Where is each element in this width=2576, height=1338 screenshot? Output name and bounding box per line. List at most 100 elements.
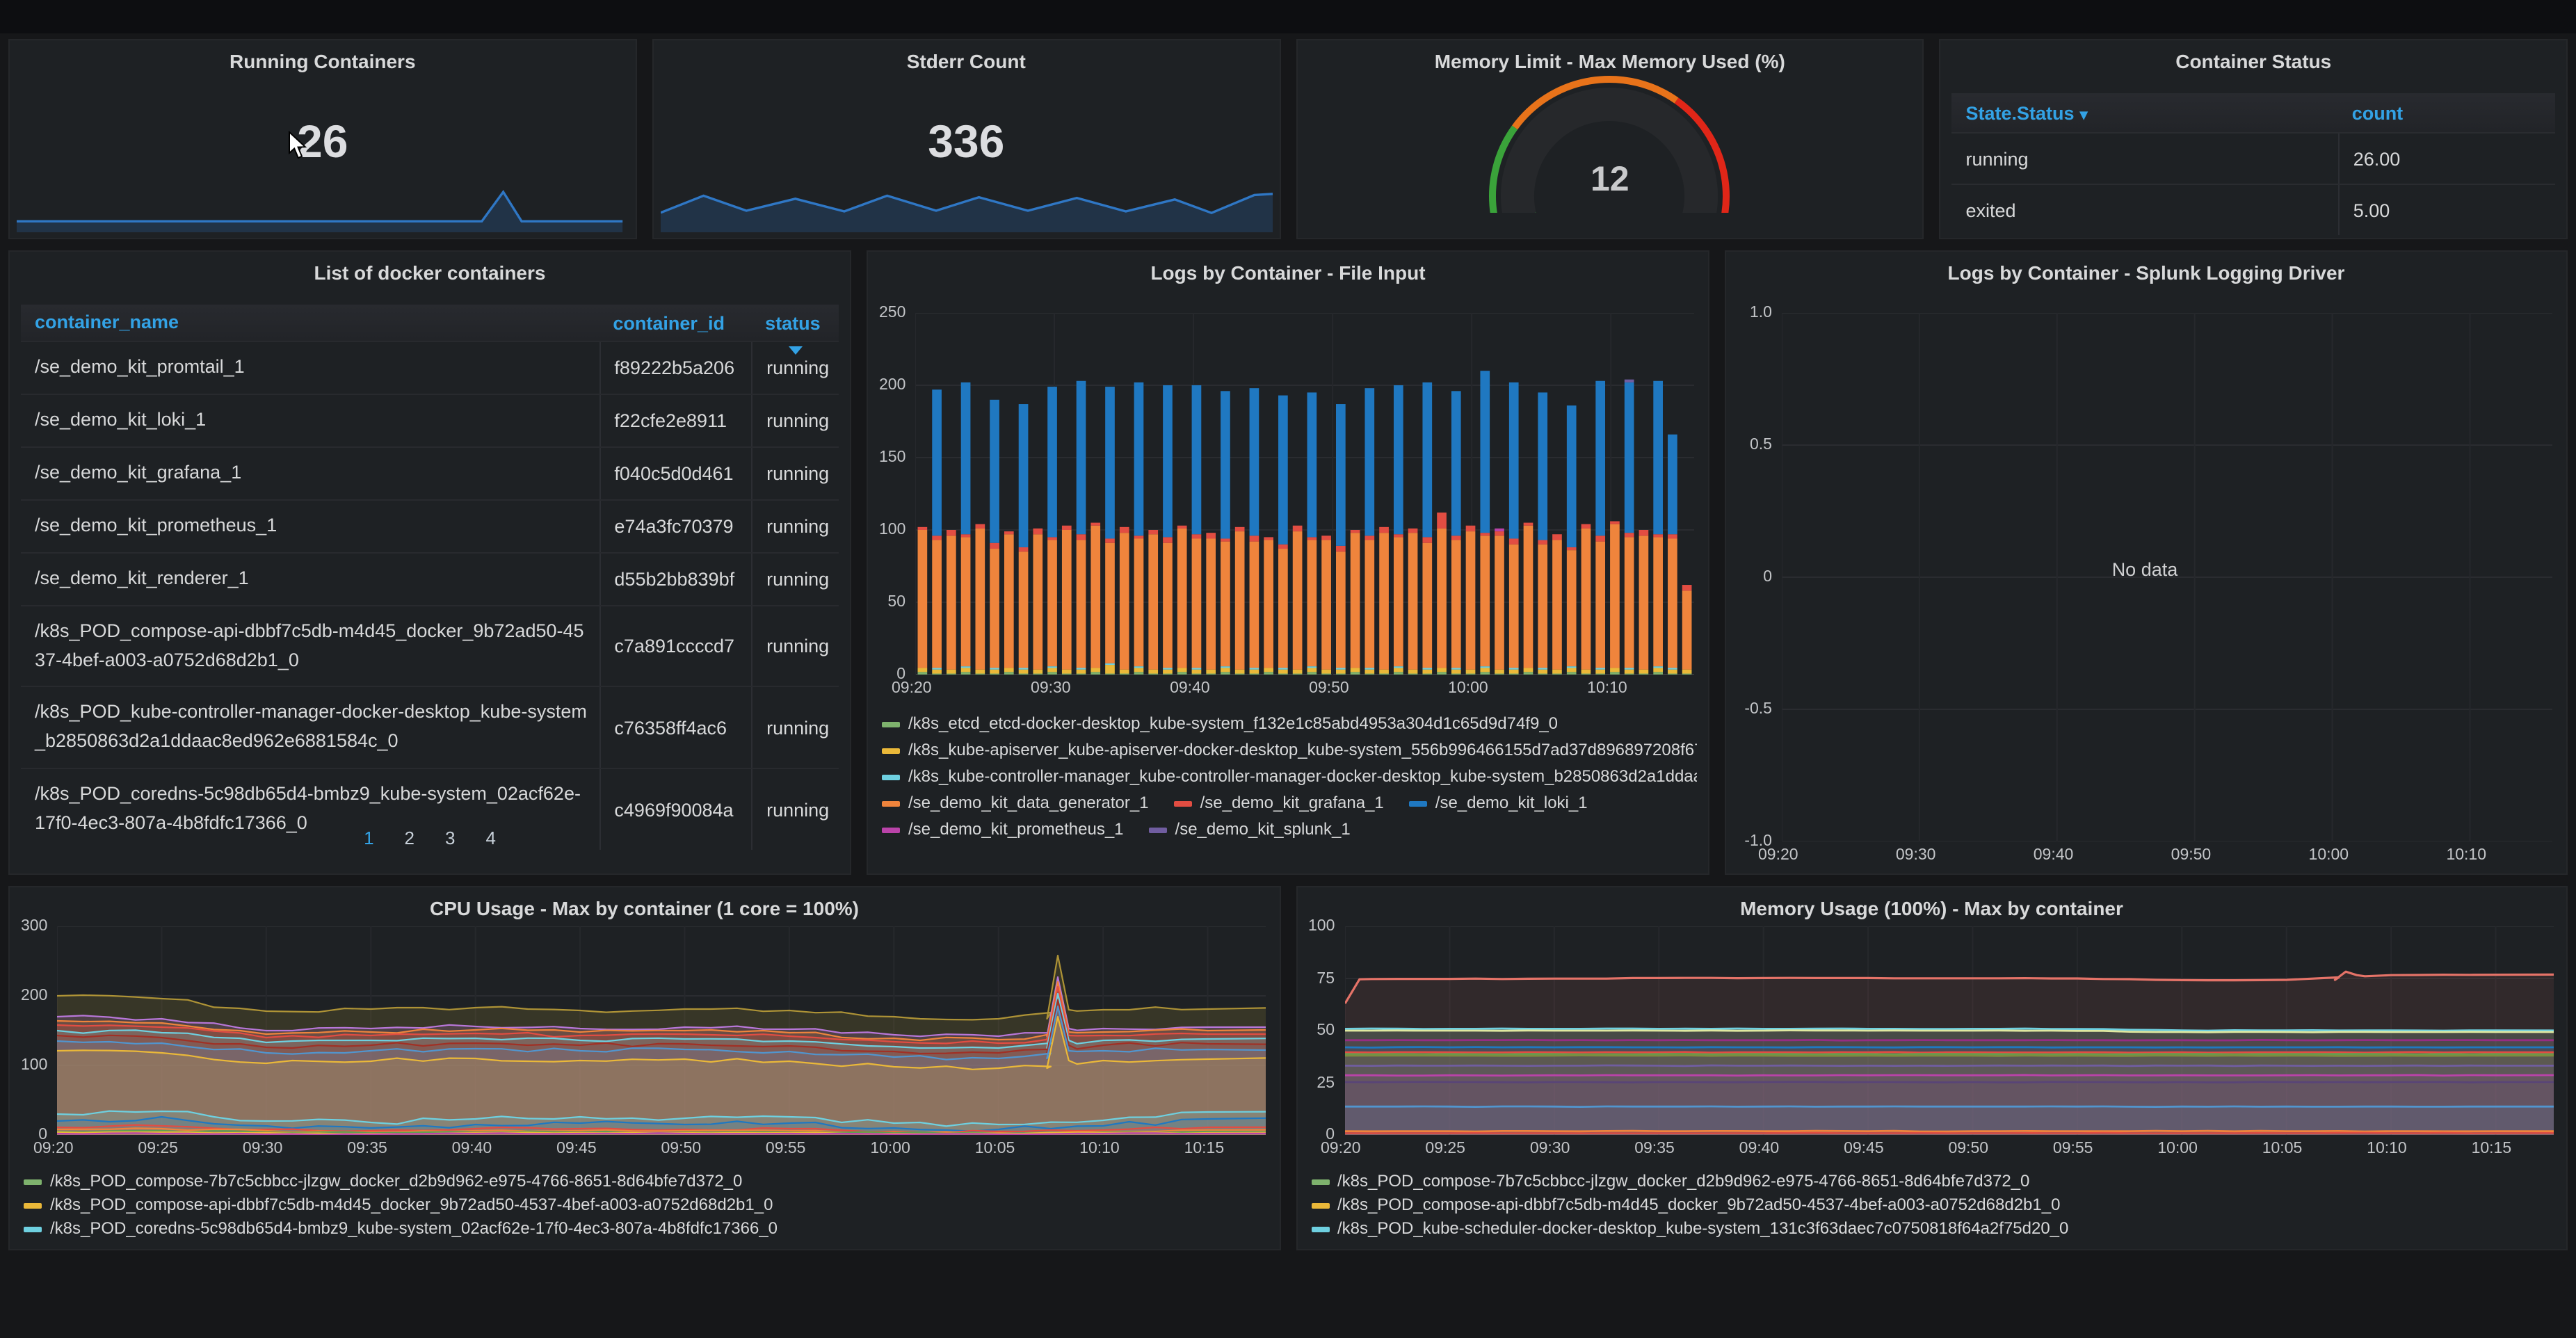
panel-running-containers: Running Containers 26 <box>8 39 637 239</box>
table-row: /k8s_POD_kube-controller-manager-docker-… <box>21 686 839 768</box>
panel-logs-file-input: Logs by Container - File Input 050100150… <box>867 250 1709 875</box>
legend-item[interactable]: /k8s_POD_compose-api-dbbf7c5db-m4d45_doc… <box>1311 1195 2555 1216</box>
legend-item[interactable]: /k8s_kube-controller-manager_kube-contro… <box>882 766 1697 787</box>
table-row: /se_demo_kit_renderer_1d55b2bb839bfrunni… <box>21 551 839 604</box>
cell-container-id: d55b2bb839bf <box>599 553 751 604</box>
panel-title-docker-list[interactable]: List of docker containers <box>10 252 850 284</box>
y-axis-tick: 50 <box>1308 1022 1335 1039</box>
mouse-cursor <box>288 131 307 160</box>
legend-label: /se_demo_kit_loki_1 <box>1435 793 1588 814</box>
x-axis-tick: 09:50 <box>2171 847 2212 864</box>
legend-item[interactable]: /k8s_POD_compose-api-dbbf7c5db-m4d45_doc… <box>24 1195 1268 1216</box>
cell-container-id: c7a891ccccd7 <box>599 606 751 686</box>
panel-title-memory-usage[interactable]: Memory Usage (100%) - Max by container <box>1297 887 2566 919</box>
table-header-row: State.Status▾count <box>1952 93 2556 132</box>
cell-container-name: /k8s_POD_compose-api-dbbf7c5db-m4d45_doc… <box>21 606 599 686</box>
stat-value-running: 26 <box>10 115 636 168</box>
x-axis-tick: 10:10 <box>2367 1140 2407 1157</box>
x-axis-tick: 10:00 <box>1448 680 1488 697</box>
sparkline-running <box>17 186 629 232</box>
page-button-4[interactable]: 4 <box>485 828 495 848</box>
panel-title-logs-file-input[interactable]: Logs by Container - File Input <box>868 252 1708 284</box>
panel-title-logs-splunk[interactable]: Logs by Container - Splunk Logging Drive… <box>1726 252 2566 284</box>
cell-container-name: /se_demo_kit_renderer_1 <box>21 553 599 604</box>
panel-memory-gauge: Memory Limit - Max Memory Used (%) 12 <box>1296 39 1924 239</box>
legend-item[interactable]: /k8s_etcd_etcd-docker-desktop_kube-syste… <box>882 714 1558 734</box>
x-axis-tick: 09:40 <box>452 1140 492 1157</box>
legend-item[interactable]: /se_demo_kit_loki_1 <box>1409 793 1588 814</box>
gauge-value: 12 <box>1297 160 1923 200</box>
legend-item[interactable]: /se_demo_kit_prometheus_1 <box>882 819 1124 840</box>
legend-item[interactable]: /k8s_POD_kube-scheduler-docker-desktop_k… <box>1311 1218 2555 1239</box>
panel-container-status: Container Status State.Status▾count runni… <box>1940 39 2568 239</box>
cell-container-id: f040c5d0d461 <box>599 448 751 499</box>
legend-item[interactable]: /k8s_POD_coredns-5c98db65d4-bmbz9_kube-s… <box>24 1218 1268 1239</box>
pagination: 1 2 3 4 <box>10 828 850 848</box>
table-row: /se_demo_kit_promtail_1f89222b5a206runni… <box>21 341 839 394</box>
legend-label: /k8s_POD_compose-api-dbbf7c5db-m4d45_doc… <box>50 1195 773 1216</box>
table-row: /se_demo_kit_grafana_1f040c5d0d461runnin… <box>21 446 839 499</box>
column-header-state-status[interactable]: State.Status▾ <box>1952 102 2338 123</box>
cell-container-name: /k8s_POD_kube-controller-manager-docker-… <box>21 688 599 768</box>
bottom-row: CPU Usage - Max by container (1 core = 1… <box>8 886 2568 1250</box>
y-axis-tick: 150 <box>879 449 905 466</box>
page-button-3[interactable]: 3 <box>445 828 455 848</box>
y-axis-tick: 100 <box>1308 918 1335 935</box>
legend-color-chip <box>1149 827 1167 832</box>
legend-item[interactable]: /se_demo_kit_splunk_1 <box>1149 819 1351 840</box>
cell-status: running <box>751 501 839 552</box>
memory-usage-chart[interactable]: 025507510009:2009:2509:3009:3509:4009:45… <box>1308 926 2552 1166</box>
legend-item[interactable]: /se_demo_kit_data_generator_1 <box>882 793 1149 814</box>
x-axis-tick: 09:50 <box>1948 1140 1988 1157</box>
legend-color-chip <box>882 721 900 727</box>
x-axis-tick: 10:00 <box>2157 1140 2198 1157</box>
table-row: /se_demo_kit_loki_1f22cfe2e8911running <box>21 394 839 446</box>
legend-color-chip <box>1409 800 1427 806</box>
x-axis-tick: 10:10 <box>2446 847 2486 864</box>
legend-label: /k8s_POD_compose-7b7c5cbbcc-jlzgw_docker… <box>50 1171 742 1192</box>
y-axis-tick: -0.5 <box>1737 701 1772 718</box>
column-header-container-id[interactable]: container_id <box>599 312 751 333</box>
cpu-legend: /k8s_POD_compose-7b7c5cbbcc-jlzgw_docker… <box>24 1171 1268 1239</box>
x-axis-tick: 10:00 <box>870 1140 910 1157</box>
legend-label: /se_demo_kit_grafana_1 <box>1200 793 1384 814</box>
legend-label: /k8s_POD_compose-7b7c5cbbcc-jlzgw_docker… <box>1337 1171 2029 1192</box>
x-axis-tick: 09:20 <box>1321 1140 1361 1157</box>
column-header-count[interactable]: count <box>2338 102 2555 123</box>
x-axis-tick: 09:30 <box>1896 847 1936 864</box>
page-button-2[interactable]: 2 <box>405 828 414 848</box>
legend-label: /k8s_POD_compose-api-dbbf7c5db-m4d45_doc… <box>1337 1195 2060 1216</box>
x-axis-tick: 09:20 <box>33 1140 74 1157</box>
y-axis-tick: 1.0 <box>1737 305 1772 321</box>
legend-item[interactable]: /k8s_kube-apiserver_kube-apiserver-docke… <box>882 740 1697 761</box>
y-axis-tick: 250 <box>879 305 905 321</box>
panel-title-cpu-usage[interactable]: CPU Usage - Max by container (1 core = 1… <box>10 887 1279 919</box>
panel-title-running-containers[interactable]: Running Containers <box>10 40 636 72</box>
legend-item[interactable]: /k8s_POD_compose-7b7c5cbbcc-jlzgw_docker… <box>24 1171 1268 1192</box>
legend-color-chip <box>882 800 900 806</box>
file-input-bar-chart[interactable]: 05010015020025009:2009:3009:4009:5010:00… <box>879 313 1694 705</box>
legend-label: /k8s_kube-controller-manager_kube-contro… <box>908 766 1697 787</box>
x-axis-tick: 09:35 <box>1634 1140 1675 1157</box>
page-button-1[interactable]: 1 <box>364 828 373 848</box>
column-header-status[interactable]: status <box>751 312 839 333</box>
x-axis-tick: 10:15 <box>2472 1140 2512 1157</box>
legend-item[interactable]: /k8s_POD_compose-7b7c5cbbcc-jlzgw_docker… <box>1311 1171 2555 1192</box>
container-status-table: State.Status▾countrunning26.00exited5.00 <box>1952 93 2556 235</box>
cpu-usage-chart[interactable]: 010020030009:2009:2509:3009:3509:4009:45… <box>21 926 1265 1166</box>
cell-state-status: running <box>1952 148 2338 169</box>
y-axis-tick: 25 <box>1308 1074 1335 1091</box>
legend-item[interactable]: /se_demo_kit_grafana_1 <box>1174 793 1384 814</box>
legend-label: /k8s_etcd_etcd-docker-desktop_kube-syste… <box>908 714 1558 734</box>
memory-legend: /k8s_POD_compose-7b7c5cbbcc-jlzgw_docker… <box>1311 1171 2555 1239</box>
file-input-legend: /k8s_etcd_etcd-docker-desktop_kube-syste… <box>882 714 1697 840</box>
panel-title-container-status[interactable]: Container Status <box>1941 40 2567 72</box>
cell-container-id: e74a3fc70379 <box>599 501 751 552</box>
x-axis-tick: 09:30 <box>243 1140 283 1157</box>
splunk-chart[interactable]: No data 1.00.50-0.5-1.009:2009:3009:4009… <box>1737 313 2552 872</box>
cell-state-status: exited <box>1952 200 2338 220</box>
table-row: /se_demo_kit_prometheus_1e74a3fc70379run… <box>21 499 839 552</box>
column-header-container-name[interactable]: container_name <box>21 308 599 337</box>
panel-title-stderr-count[interactable]: Stderr Count <box>654 40 1280 72</box>
x-axis-tick: 09:20 <box>1758 847 1798 864</box>
